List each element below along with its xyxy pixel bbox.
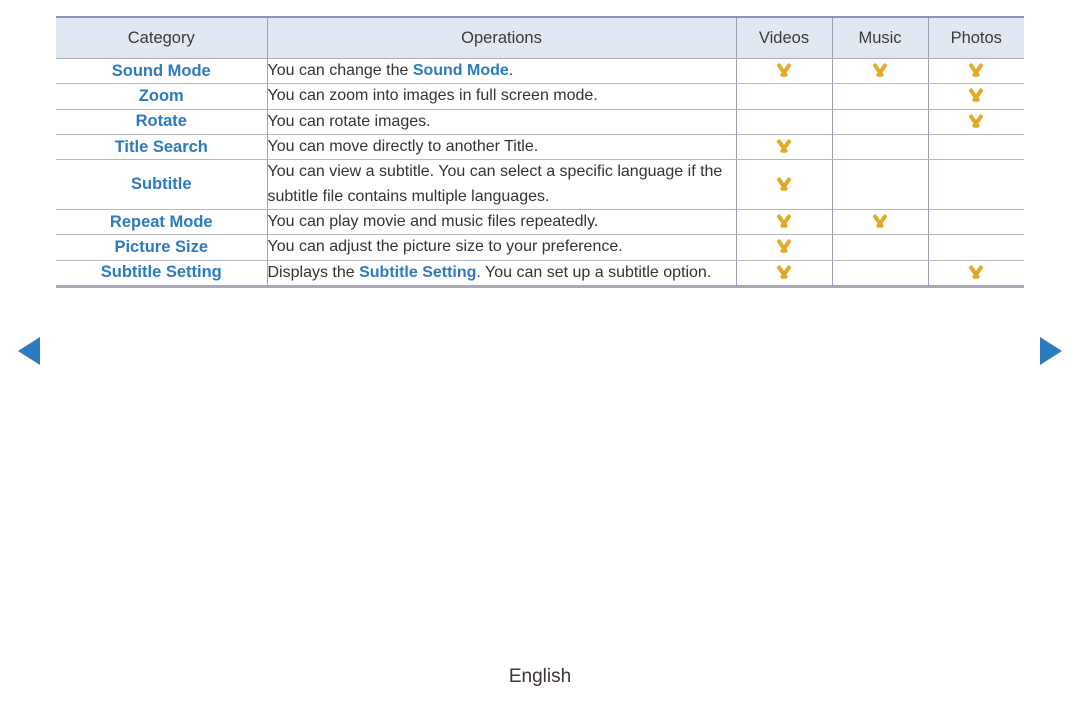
column-header-operations: Operations: [266, 17, 737, 59]
cell-category[interactable]: Sound Mode: [56, 58, 268, 85]
cell-operation: You can move directly to another Title.: [266, 134, 737, 161]
operation-text: You can zoom into images in full screen …: [267, 87, 598, 105]
cell-support-photos: [927, 209, 1024, 236]
triangle-right-icon[interactable]: [1040, 337, 1062, 365]
operation-text-tail: .: [508, 62, 514, 79]
cell-support-music: [831, 109, 929, 135]
cell-support-photos: [927, 109, 1024, 135]
cell-operation: Displays the Subtitle Setting. You can s…: [266, 260, 737, 287]
chevron-check-icon: [965, 115, 987, 126]
operation-text: You can change the: [267, 62, 413, 79]
operation-text: Displays the: [267, 263, 360, 281]
table-row: Title Search You can move directly to ano…: [56, 134, 1024, 161]
cell-support-photos: [927, 159, 1024, 210]
cell-support-videos: [735, 234, 833, 261]
table-body: Sound Mode You can change the Sound Mode.…: [56, 58, 1024, 287]
cell-support-videos: [735, 260, 833, 287]
chevron-check-icon: [773, 140, 795, 151]
cell-category[interactable]: Rotate: [56, 109, 268, 135]
cell-support-videos: [735, 58, 833, 85]
cell-support-music: [831, 58, 929, 85]
table-row: Zoom You can zoom into images in full scr…: [56, 83, 1024, 110]
operations-table: Category Operations Videos Music Photos …: [56, 16, 1024, 288]
cell-category[interactable]: Repeat Mode: [56, 209, 268, 236]
chevron-check-icon: [773, 240, 795, 251]
chevron-check-icon: [965, 64, 987, 75]
cell-operation: You can view a subtitle. You can select …: [266, 159, 737, 210]
cell-support-music: [831, 134, 929, 161]
operation-text: You can move directly to another Title.: [267, 137, 539, 155]
table-row: Rotate You can rotate images.: [56, 109, 1024, 135]
operation-link[interactable]: Sound Mode: [413, 62, 509, 79]
operation-text: You can rotate images.: [267, 112, 431, 130]
chevron-check-icon: [773, 64, 795, 75]
operation-text: You can play movie and music files repea…: [267, 212, 599, 230]
table-row: Sound Mode You can change the Sound Mode.: [56, 58, 1024, 85]
cell-support-music: [831, 234, 929, 261]
triangle-left-icon[interactable]: [18, 337, 40, 365]
cell-support-videos: [735, 83, 833, 110]
cell-support-videos: [735, 134, 833, 161]
table-row: Repeat Mode You can play movie and music …: [56, 209, 1024, 236]
operations-table-container: Category Operations Videos Music Photos …: [56, 16, 1024, 288]
cell-operation: You can zoom into images in full screen …: [266, 83, 737, 110]
cell-category[interactable]: Zoom: [56, 83, 268, 110]
operation-text-tail: . You can set up a subtitle option.: [476, 263, 712, 281]
cell-support-videos: [735, 159, 833, 210]
chevron-check-icon: [773, 215, 795, 226]
chevron-check-icon: [773, 178, 795, 189]
cell-support-videos: [735, 209, 833, 236]
cell-operation: You can change the Sound Mode.: [266, 58, 737, 85]
cell-support-videos: [735, 109, 833, 135]
table-header-row: Category Operations Videos Music Photos: [56, 17, 1024, 59]
chevron-check-icon: [869, 64, 891, 75]
chevron-check-icon: [965, 89, 987, 100]
column-header-category: Category: [56, 17, 268, 59]
footer-language-label: English: [508, 666, 572, 687]
chevron-check-icon: [773, 266, 795, 277]
operation-text: You can adjust the picture size to your …: [267, 238, 623, 256]
cell-category[interactable]: Subtitle Setting: [56, 260, 268, 287]
column-header-music: Music: [831, 17, 929, 59]
column-header-photos: Photos: [927, 17, 1024, 59]
cell-support-photos: [927, 260, 1024, 287]
table-row: Subtitle Setting Displays the Subtitle Se…: [56, 260, 1024, 287]
operation-link[interactable]: Subtitle Setting: [359, 264, 476, 281]
column-header-videos: Videos: [735, 17, 833, 59]
cell-support-photos: [927, 234, 1024, 261]
table-row: Picture Size You can adjust the picture s…: [56, 234, 1024, 261]
cell-support-photos: [927, 134, 1024, 161]
cell-support-music: [831, 159, 929, 210]
cell-operation: You can adjust the picture size to your …: [266, 234, 737, 261]
cell-category[interactable]: Subtitle: [56, 159, 268, 210]
cell-operation: You can play movie and music files repea…: [266, 209, 737, 236]
chevron-check-icon: [869, 215, 891, 226]
cell-support-music: [831, 209, 929, 236]
cell-category[interactable]: Picture Size: [56, 234, 268, 261]
cell-support-photos: [927, 58, 1024, 85]
cell-support-music: [831, 83, 929, 110]
cell-operation: You can rotate images.: [266, 109, 737, 135]
cell-support-photos: [927, 83, 1024, 110]
operation-text: You can view a subtitle. You can select …: [267, 163, 723, 205]
table-row: Subtitle You can view a subtitle. You can…: [56, 159, 1024, 210]
cell-category[interactable]: Title Search: [56, 134, 268, 161]
cell-support-music: [831, 260, 929, 287]
chevron-check-icon: [965, 266, 987, 277]
